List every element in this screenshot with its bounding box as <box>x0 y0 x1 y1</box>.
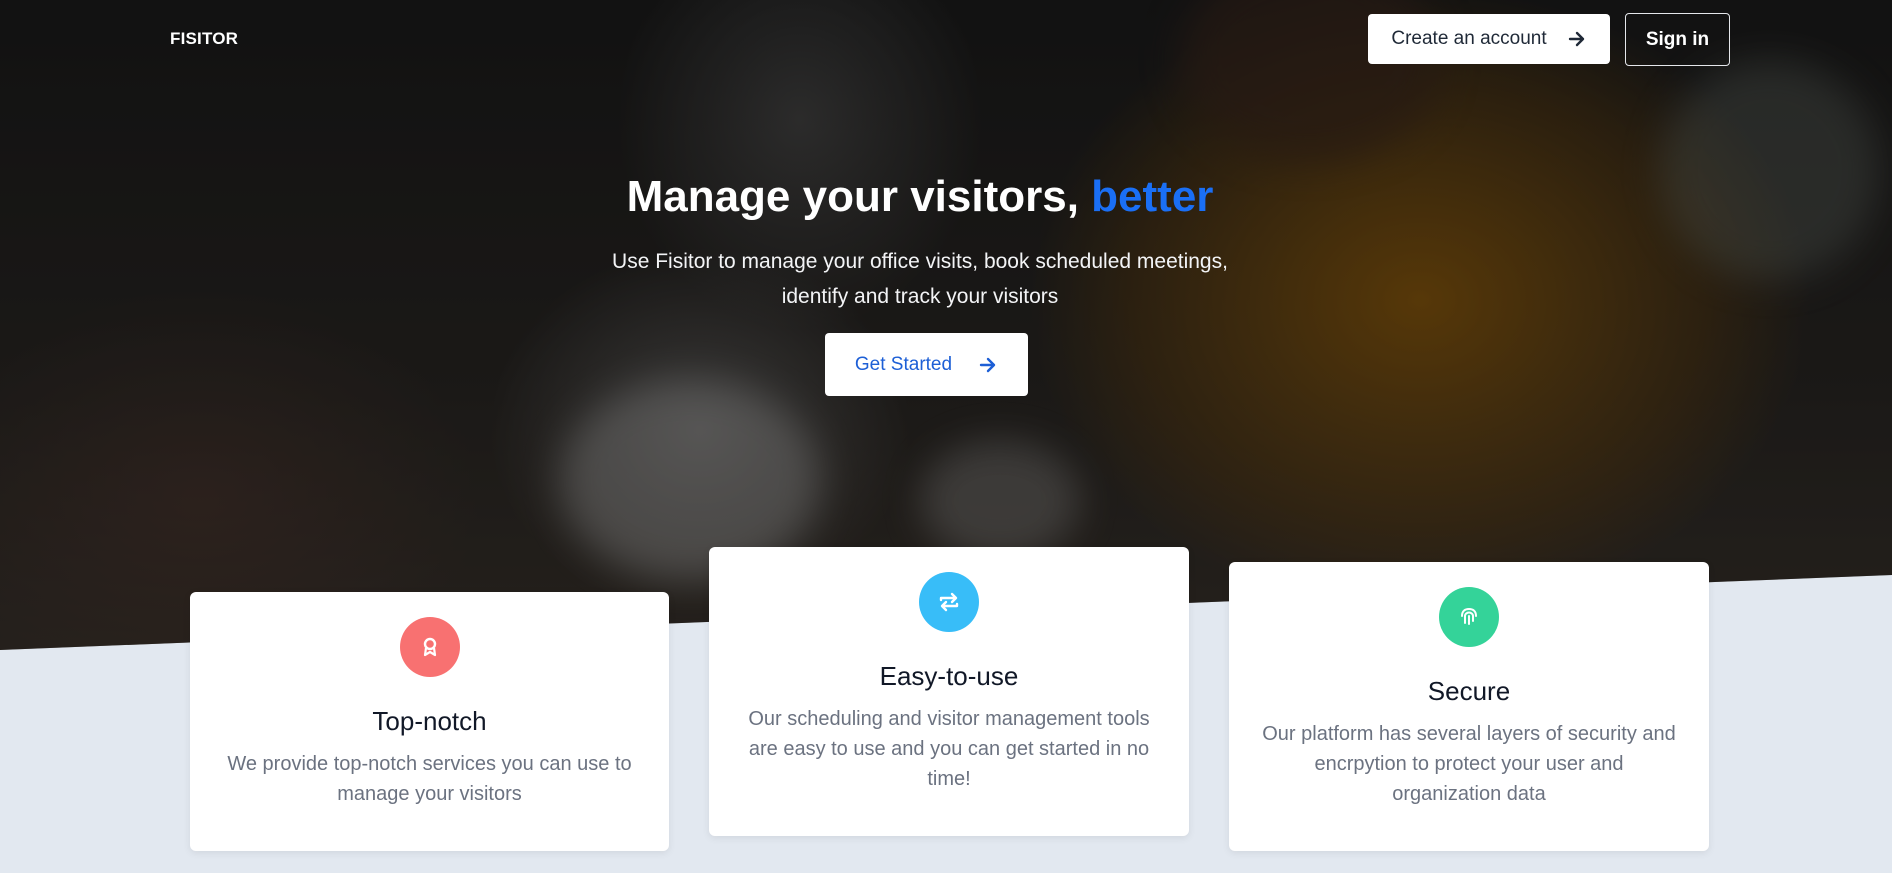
brand-logo[interactable]: FISITOR <box>170 29 238 49</box>
arrow-right-icon <box>979 357 996 372</box>
create-account-label: Create an account <box>1391 28 1547 49</box>
feature-title: Easy-to-use <box>879 661 1019 691</box>
repeat-icon <box>919 572 979 632</box>
feature-title: Secure <box>1427 676 1511 706</box>
get-started-button[interactable]: Get Started <box>825 333 1028 396</box>
hero-subtext: Use Fisitor to manage your office visits… <box>612 250 1228 308</box>
fingerprint-icon <box>1439 587 1499 647</box>
feature-description: We provide top-notch services you can us… <box>227 753 632 805</box>
feature-card-secure: Secure Our platform has several layers o… <box>1229 562 1709 851</box>
hero-headline: Manage your visitors, better <box>0 172 1840 222</box>
feature-title: Top-notch <box>372 706 487 736</box>
arrow-right-icon <box>1568 31 1584 47</box>
create-account-button[interactable]: Create an account <box>1368 14 1610 64</box>
get-started-label: Get Started <box>854 353 953 375</box>
feature-card-easy-to-use: Easy-to-use Our scheduling and visitor m… <box>709 547 1189 836</box>
headline-main: Manage your visitors, <box>626 172 1079 221</box>
feature-description: Our scheduling and visitor management to… <box>748 708 1150 790</box>
feature-description: Our platform has several layers of secur… <box>1262 723 1676 805</box>
sign-in-button[interactable]: Sign in <box>1625 13 1730 66</box>
feature-card-top-notch: Top-notch We provide top-notch services … <box>190 592 669 851</box>
award-icon <box>399 617 460 677</box>
headline-accent: better <box>1091 172 1214 221</box>
